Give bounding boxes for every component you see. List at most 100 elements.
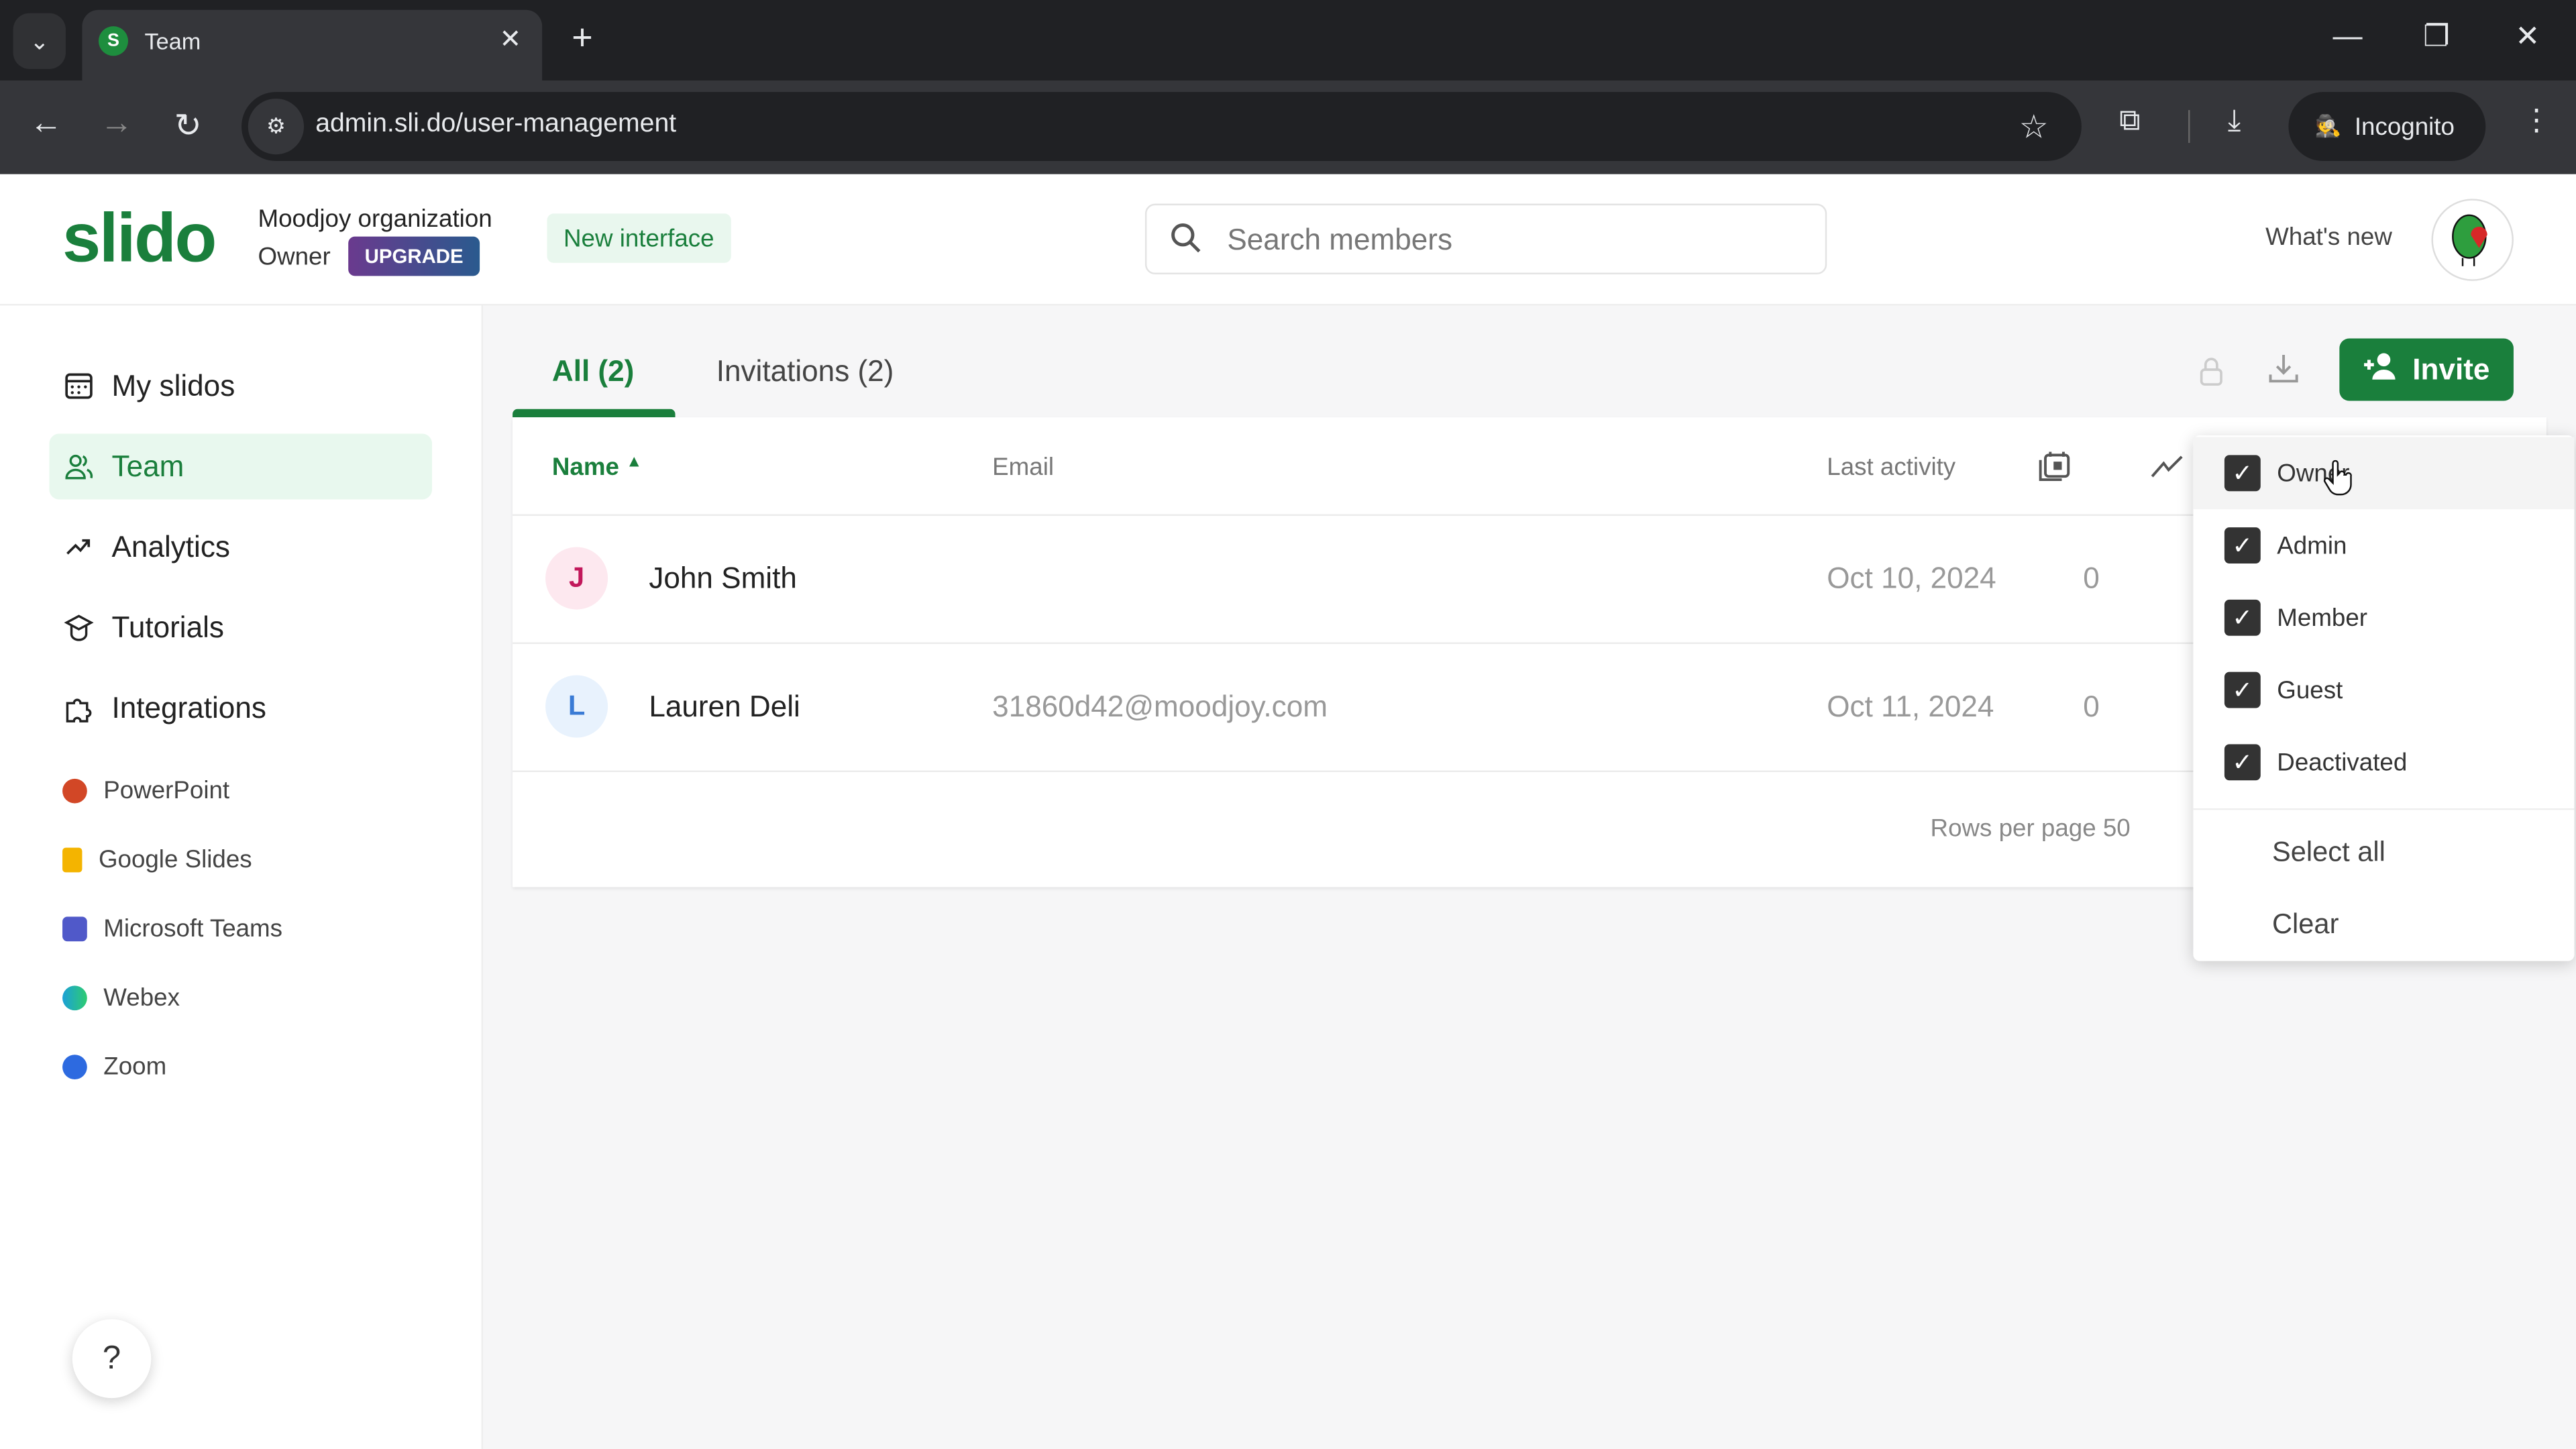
integration-label: Webex <box>103 983 180 1012</box>
slido-favicon-icon: S <box>98 26 129 56</box>
checkbox-checked-icon[interactable]: ✓ <box>2224 527 2261 564</box>
checkbox-checked-icon[interactable]: ✓ <box>2224 744 2261 781</box>
member-email: 31860d42@moodjoy.com <box>992 690 1328 723</box>
member-slido-count: 0 <box>2083 690 2100 723</box>
sidebar-item-analytics[interactable]: Analytics <box>49 515 432 580</box>
calendar-icon <box>62 370 95 402</box>
filter-option-label: Member <box>2277 604 2368 632</box>
integration-zoom[interactable]: Zoom <box>62 1046 166 1086</box>
integration-microsoft-teams[interactable]: Microsoft Teams <box>62 908 282 948</box>
sidebar-item-label: Integrations <box>111 690 266 724</box>
new-tab-icon[interactable]: + <box>572 19 592 56</box>
integration-label: Google Slides <box>98 845 252 873</box>
filter-option-owner[interactable]: ✓ Owner <box>2193 437 2575 510</box>
extensions-icon[interactable]: ⧉ <box>2119 103 2140 138</box>
integration-label: PowerPoint <box>103 776 230 804</box>
browser-tab[interactable]: S Team ✕ <box>82 9 543 81</box>
export-download-icon[interactable] <box>2267 352 2300 394</box>
add-user-icon <box>2363 351 2400 388</box>
graduation-cap-icon <box>62 611 95 644</box>
avatar-icon <box>2452 214 2487 266</box>
integration-powerpoint[interactable]: PowerPoint <box>62 771 229 810</box>
user-avatar[interactable] <box>2431 199 2514 281</box>
search-icon <box>1170 222 1203 263</box>
tab-all[interactable]: All (2) <box>552 355 634 389</box>
url-text[interactable]: admin.sli.do/user-management <box>315 110 676 140</box>
avatar: J <box>545 547 608 610</box>
new-interface-button[interactable]: New interface <box>547 213 731 263</box>
hand-cursor-icon <box>2323 460 2353 506</box>
filter-option-guest[interactable]: ✓ Guest <box>2193 654 2574 727</box>
tab-search-button[interactable]: ⌄ <box>13 13 66 69</box>
tab-invitations[interactable]: Invitations (2) <box>716 355 894 389</box>
organization-name: Moodjoy organization <box>258 205 492 233</box>
sidebar-item-tutorials[interactable]: Tutorials <box>49 595 432 661</box>
toolbar-divider <box>2188 110 2190 144</box>
back-icon[interactable]: ← <box>30 105 62 143</box>
chevron-down-icon: ⌄ <box>30 27 50 54</box>
google-slides-icon <box>62 847 83 872</box>
checkbox-checked-icon[interactable]: ✓ <box>2224 672 2261 708</box>
dropdown-divider <box>2193 808 2575 810</box>
puzzle-icon <box>62 692 95 724</box>
sidebar-item-label: Tutorials <box>111 610 224 643</box>
help-button[interactable]: ? <box>72 1319 152 1399</box>
column-header-last-activity[interactable]: Last activity <box>1827 453 1955 482</box>
column-header-events-icon[interactable] <box>2037 449 2074 493</box>
integration-google-slides[interactable]: Google Slides <box>62 839 252 879</box>
slido-logo[interactable]: slido <box>62 199 217 278</box>
download-icon[interactable]: ⤓ <box>2228 103 2241 138</box>
sidebar-item-label: Analytics <box>111 529 230 563</box>
integration-label: Microsoft Teams <box>103 914 283 943</box>
forward-icon[interactable]: → <box>100 105 133 143</box>
filter-option-member[interactable]: ✓ Member <box>2193 582 2574 654</box>
incognito-label: Incognito <box>2354 112 2455 141</box>
search-members-input[interactable]: Search members <box>1144 203 1827 274</box>
team-icon <box>62 450 95 483</box>
lock-icon[interactable] <box>2198 355 2224 396</box>
column-header-activity-trend-icon[interactable] <box>2151 453 2184 488</box>
invite-button[interactable]: Invite <box>2339 338 2514 401</box>
select-all-button[interactable]: Select all <box>2272 837 2385 869</box>
filter-option-admin[interactable]: ✓ Admin <box>2193 509 2574 582</box>
trend-icon <box>62 531 95 564</box>
filter-option-deactivated[interactable]: ✓ Deactivated <box>2193 726 2574 798</box>
member-last-activity: Oct 11, 2024 <box>1827 690 1994 723</box>
rows-per-page-selector[interactable]: Rows per page 50 <box>1931 815 2131 843</box>
reload-icon[interactable]: ↻ <box>174 105 202 146</box>
checkbox-checked-icon[interactable]: ✓ <box>2224 599 2261 636</box>
integration-webex[interactable]: Webex <box>62 977 180 1017</box>
site-info-icon[interactable]: ⚙ <box>248 98 305 155</box>
browser-menu-icon[interactable]: ⋮ <box>2522 103 2551 138</box>
column-header-name[interactable]: Name ▲ <box>552 453 643 482</box>
minimize-icon[interactable]: — <box>2333 19 2363 54</box>
upgrade-button[interactable]: UPGRADE <box>348 236 480 276</box>
integration-label: Zoom <box>103 1052 167 1081</box>
restore-icon[interactable]: ❐ <box>2423 19 2450 54</box>
whats-new-link[interactable]: What's new <box>2265 223 2392 252</box>
incognito-badge[interactable]: 🕵 Incognito <box>2288 92 2486 162</box>
bookmark-star-icon[interactable]: ☆ <box>2019 107 2049 148</box>
sidebar-item-team[interactable]: Team <box>49 433 433 500</box>
browser-tab-bar: ⌄ S Team ✕ + — ❐ ✕ <box>0 0 2576 81</box>
filter-option-label: Guest <box>2277 676 2343 704</box>
column-header-email[interactable]: Email <box>992 453 1054 482</box>
sidebar: My slidos Team Analytics Tutorials Integ… <box>0 305 484 1449</box>
checkbox-checked-icon[interactable]: ✓ <box>2224 455 2261 492</box>
webex-icon <box>62 985 87 1010</box>
member-last-activity: Oct 10, 2024 <box>1827 561 1996 595</box>
member-slido-count: 0 <box>2083 561 2100 595</box>
browser-toolbar: ← → ↻ ⚙ admin.sli.do/user-management ☆ ⧉… <box>0 80 2576 174</box>
app-header: slido Moodjoy organization Owner UPGRADE… <box>0 176 2576 306</box>
avatar: L <box>545 675 608 738</box>
sidebar-item-my-slidos[interactable]: My slidos <box>49 354 432 419</box>
clear-button[interactable]: Clear <box>2272 908 2339 941</box>
close-tab-icon[interactable]: ✕ <box>499 23 521 56</box>
microsoft-teams-icon <box>62 916 87 941</box>
sort-ascending-icon: ▲ <box>626 453 643 472</box>
address-bar[interactable]: ⚙ admin.sli.do/user-management ☆ <box>241 92 2082 162</box>
filter-option-label: Deactivated <box>2277 748 2408 777</box>
window-close-icon[interactable]: ✕ <box>2515 19 2540 54</box>
sidebar-item-integrations[interactable]: Integrations <box>49 676 432 741</box>
search-placeholder: Search members <box>1227 223 1453 257</box>
